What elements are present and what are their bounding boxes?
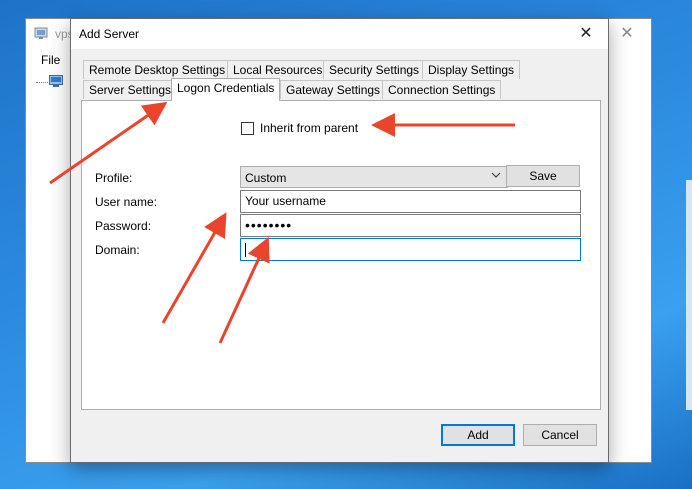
tab-gateway-settings[interactable]: Gateway Settings (280, 80, 387, 99)
tab-remote-desktop-settings[interactable]: Remote Desktop Settings (83, 60, 232, 79)
chevron-down-icon (491, 170, 501, 183)
inherit-from-parent-checkbox[interactable] (241, 122, 254, 135)
logon-credentials-panel: Inherit from parent Profile: Custom Save… (81, 100, 601, 410)
add-button[interactable]: Add (441, 424, 515, 446)
profile-dropdown[interactable]: Custom (240, 166, 508, 188)
inherit-from-parent-label: Inherit from parent (260, 121, 359, 135)
domain-input[interactable] (240, 238, 581, 261)
username-value: Your username (245, 194, 326, 208)
cancel-button[interactable]: Cancel (523, 424, 597, 446)
password-label: Password: (95, 219, 152, 233)
add-server-dialog: Add Server ✕ Remote Desktop Settings Loc… (70, 18, 609, 463)
tab-server-settings[interactable]: Server Settings (83, 80, 178, 99)
password-input[interactable]: •••••••• (240, 214, 581, 237)
background-close-icon[interactable]: ✕ (615, 23, 639, 43)
tab-connection-settings[interactable]: Connection Settings (382, 80, 502, 99)
tab-display-settings[interactable]: Display Settings (422, 60, 521, 79)
profile-label: Profile: (95, 171, 133, 185)
domain-label: Domain: (95, 243, 140, 257)
tab-security-settings[interactable]: Security Settings (323, 60, 426, 79)
close-icon[interactable]: ✕ (572, 22, 600, 46)
menu-file[interactable]: File (41, 53, 60, 67)
save-profile-button[interactable]: Save (506, 165, 580, 187)
text-caret (245, 242, 246, 257)
username-label: User name: (95, 195, 158, 209)
tree-connector (36, 82, 48, 83)
password-value: •••••••• (245, 217, 293, 233)
dialog-titlebar: Add Server ✕ (71, 19, 608, 49)
username-input[interactable]: Your username (240, 190, 581, 213)
desktop-window-edge (686, 180, 692, 410)
server-tree-icon[interactable] (49, 75, 63, 87)
tab-local-resources[interactable]: Local Resources (227, 60, 329, 79)
tab-logon-credentials[interactable]: Logon Credentials (171, 78, 281, 101)
profile-value: Custom (245, 171, 287, 185)
app-icon (34, 27, 48, 39)
dialog-title: Add Server (79, 27, 140, 41)
